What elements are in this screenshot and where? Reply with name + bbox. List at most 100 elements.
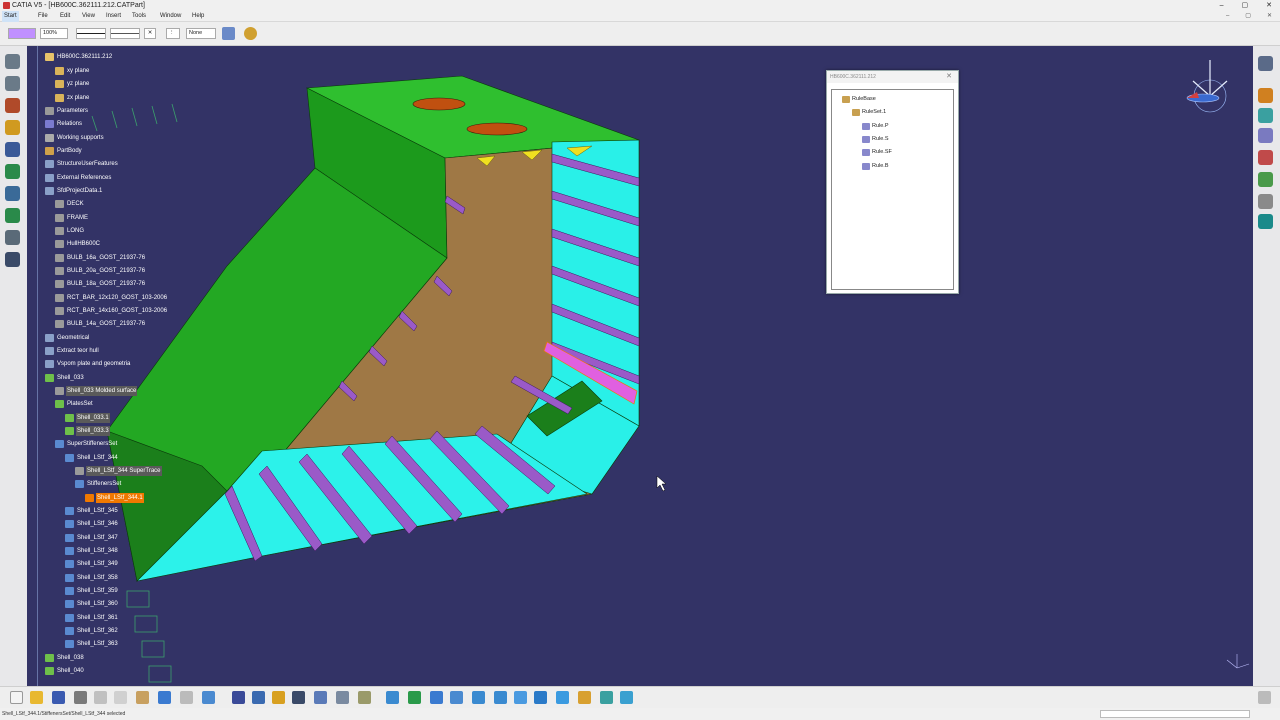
doc-minimize-button[interactable]: – [1226, 11, 1229, 22]
bracket-icon[interactable] [5, 208, 20, 223]
rule-node[interactable]: Rule.P [862, 121, 889, 131]
gear-icon[interactable] [5, 54, 20, 69]
tree-node[interactable]: FRAME [55, 213, 89, 223]
tree-node[interactable]: StructureUserFeatures [45, 159, 119, 169]
stiffener-icon[interactable] [5, 98, 20, 113]
table-icon[interactable] [292, 691, 305, 704]
save-icon[interactable] [52, 691, 65, 704]
menu-file[interactable]: File [36, 11, 50, 22]
check-icon[interactable] [1258, 128, 1273, 143]
tree-node[interactable]: xy plane [55, 66, 90, 76]
tree-node[interactable]: Shell_LStf_358 [65, 573, 119, 583]
rule-node[interactable]: Rule.S [862, 134, 889, 144]
spiral-icon[interactable] [1258, 214, 1273, 229]
point-symbol-select[interactable]: ✕ [144, 28, 156, 39]
tree-node[interactable]: External References [45, 173, 112, 183]
fly-mode-icon[interactable] [314, 691, 327, 704]
new-icon[interactable] [10, 691, 23, 704]
rule-icon[interactable] [1258, 150, 1273, 165]
more-tools-icon[interactable] [1258, 691, 1271, 704]
formula-icon[interactable] [232, 691, 245, 704]
print-icon[interactable] [74, 691, 87, 704]
slot-icon[interactable] [5, 230, 20, 245]
tree-node[interactable]: SuperStiffenersSet [55, 439, 118, 449]
knowledge-icon[interactable] [1258, 108, 1273, 123]
member-icon[interactable] [5, 164, 20, 179]
transparency-select[interactable]: 100% [40, 28, 68, 39]
light-icon[interactable] [272, 691, 285, 704]
layer-select[interactable]: None [186, 28, 216, 39]
tree-node[interactable]: Extract teor hull [45, 346, 100, 356]
tree-node[interactable]: Shell_LStf_360 [65, 599, 119, 609]
swap-visible-icon[interactable] [600, 691, 613, 704]
tree-node[interactable]: Shell_LStf_361 [65, 613, 119, 623]
zoom-out-icon[interactable] [494, 691, 507, 704]
tree-node[interactable]: Shell_LStf_359 [65, 586, 119, 596]
painter-icon[interactable] [222, 27, 235, 40]
normal-view-icon[interactable] [514, 691, 527, 704]
gear-icon[interactable] [5, 76, 20, 91]
tree-node[interactable]: SfdProjectData.1 [45, 186, 103, 196]
rule-node[interactable]: Rule.B [862, 161, 889, 171]
tree-node[interactable]: BULB_16a_GOST_21937-76 [55, 253, 146, 263]
undo-icon[interactable] [158, 691, 171, 704]
tree-node[interactable]: Shell_033.3 [65, 426, 110, 436]
plate-icon[interactable] [5, 142, 20, 157]
tree-node[interactable]: Relations [45, 119, 83, 129]
tree-node[interactable]: Vspom plate and geometria [45, 359, 131, 369]
menu-edit[interactable]: Edit [58, 11, 72, 22]
menu-tools[interactable]: Tools [130, 11, 148, 22]
tree-node[interactable]: Shell_LStf_348 [65, 546, 119, 556]
tree-node[interactable]: RCT_BAR_12x120_GOST_103-2006 [55, 293, 168, 303]
line-type-select[interactable] [110, 28, 140, 39]
fill-color-picker[interactable] [8, 28, 36, 39]
paste-icon[interactable] [136, 691, 149, 704]
rule-node[interactable]: Rule.SF [862, 147, 892, 157]
tree-node[interactable]: Shell_LStf_362 [65, 626, 119, 636]
tree-node[interactable]: BULB_18a_GOST_21937-76 [55, 279, 146, 289]
menu-start[interactable]: Start [2, 11, 19, 22]
select-arrow-icon[interactable] [1258, 88, 1273, 103]
tree-node[interactable]: Geometrical [45, 333, 90, 343]
tree-node[interactable]: Shell_033 Molded surface [55, 386, 138, 396]
quick-view-icon[interactable] [534, 691, 547, 704]
tree-node[interactable]: zx plane [55, 93, 90, 103]
move-icon[interactable] [430, 691, 443, 704]
tree-node[interactable]: DECK [55, 199, 85, 209]
tree-node[interactable]: yz plane [55, 79, 90, 89]
shading-icon[interactable] [556, 691, 569, 704]
cut-icon[interactable] [94, 691, 107, 704]
maximize-button[interactable]: ▢ [1242, 0, 1249, 11]
render-style-select[interactable]: ⋮ [166, 28, 180, 39]
opening-icon[interactable] [5, 186, 20, 201]
tree-node[interactable]: Shell_LStf_344 [65, 453, 119, 463]
tree-node[interactable]: Shell_033 [45, 373, 85, 383]
open-icon[interactable] [30, 691, 43, 704]
knowledge-inspector-panel[interactable]: HB600C.362111.212 ✕ RuleBase RuleSet.1 Rul… [826, 70, 959, 294]
hide-show-icon[interactable] [578, 691, 591, 704]
tree-node[interactable]: Parameters [45, 106, 89, 116]
tree-node[interactable]: Shell_LStf_344 SuperTrace [75, 466, 162, 476]
rule-node[interactable]: RuleSet.1 [852, 107, 886, 117]
measure-icon[interactable] [620, 691, 633, 704]
tree-node[interactable]: BULB_20a_GOST_21937-76 [55, 266, 146, 276]
3d-viewport[interactable]: HB600C.362111.212 xy plane yz plane zx plan… [27, 46, 1253, 686]
redo-icon[interactable] [180, 691, 193, 704]
tree-node[interactable]: Shell_LStf_346 [65, 519, 119, 529]
report-icon[interactable] [1258, 194, 1273, 209]
tree-node[interactable]: Shell_040 [45, 666, 85, 676]
line-thickness-select[interactable] [76, 28, 106, 39]
sphere-icon[interactable] [336, 691, 349, 704]
pan-icon[interactable] [408, 691, 421, 704]
tree-node[interactable]: LONG [55, 226, 85, 236]
tree-node[interactable]: PlatesSet [55, 399, 94, 409]
close-button[interactable]: ✕ [1266, 0, 1272, 11]
tree-node[interactable]: BULB_14a_GOST_21937-76 [55, 319, 146, 329]
format-painter-icon[interactable] [244, 27, 257, 40]
endcut-icon[interactable] [5, 252, 20, 267]
tools-icon[interactable] [358, 691, 371, 704]
zoom-in-icon[interactable] [472, 691, 485, 704]
menu-view[interactable]: View [80, 11, 97, 22]
close-icon[interactable]: ✕ [946, 71, 952, 83]
menu-insert[interactable]: Insert [104, 11, 123, 22]
